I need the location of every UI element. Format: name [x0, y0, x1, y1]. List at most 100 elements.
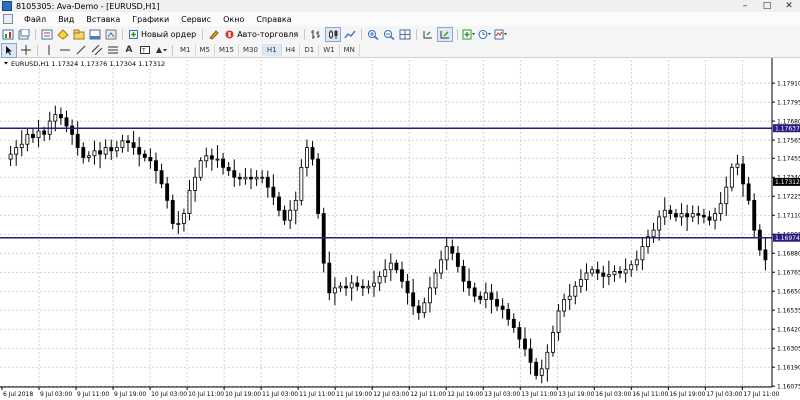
auto-scroll-icon[interactable] [437, 27, 454, 42]
timeframe-mn[interactable]: MN [340, 44, 360, 56]
symbol-dropdown-icon[interactable] [4, 62, 8, 65]
metaeditor-icon[interactable] [207, 28, 221, 41]
market-watch-icon[interactable] [40, 28, 54, 41]
price-tick-label: 1.17225 [777, 194, 800, 201]
candle-bearish [517, 327, 522, 340]
candle-bullish [573, 285, 578, 297]
timeframe-m15[interactable]: M15 [215, 44, 239, 56]
candle-bullish [372, 282, 376, 287]
time-scale: 6 Jul 2018 9 Jul 03:00 9 Jul 11:00 9 Jul 19… [1, 387, 780, 398]
candle-bullish [427, 287, 432, 304]
candle-bullish [299, 166, 304, 201]
candlestick-chart-icon[interactable] [325, 27, 342, 42]
close-icon[interactable]: ✕ [778, 0, 800, 12]
timeframe-h4[interactable]: H4 [282, 44, 301, 56]
candle-bearish [528, 348, 533, 363]
chart-grid [0, 60, 772, 387]
new-order-button[interactable]: Новый ордер [126, 28, 199, 41]
crosshair-icon[interactable] [19, 44, 33, 57]
indicators-icon[interactable] [462, 28, 476, 41]
templates-icon[interactable] [494, 28, 508, 41]
price-tick-label: 1.17910 [777, 80, 800, 87]
menu-tools[interactable]: Сервис [175, 15, 217, 24]
minimize-icon[interactable]: – [734, 0, 756, 12]
candle-bullish [651, 229, 656, 238]
candle-bearish [467, 280, 472, 289]
candle-bearish [534, 361, 539, 376]
candle-bearish [455, 252, 460, 267]
price-tick-label: 1.16420 [777, 326, 800, 333]
fibonacci-icon[interactable] [106, 44, 120, 57]
maximize-icon[interactable]: □ [756, 0, 778, 12]
title-bar: 8105305: Ava-Demo - [EURUSD,H1] – □ ✕ [0, 0, 800, 12]
candle-bullish [567, 295, 572, 300]
navigator-icon[interactable] [72, 28, 86, 41]
candle-bullish [483, 292, 488, 300]
terminal-icon[interactable] [88, 28, 102, 41]
zoom-in-icon[interactable] [366, 28, 380, 41]
candle-bullish [433, 272, 438, 289]
candle-bullish [181, 213, 186, 224]
tester-icon[interactable] [104, 28, 118, 41]
text-icon[interactable]: A [122, 44, 136, 57]
line-chart-icon[interactable] [343, 28, 357, 41]
menu-bar: Файл Вид Вставка Графики Сервис Окно Спр… [0, 12, 800, 27]
menu-charts[interactable]: Графики [126, 15, 175, 24]
candle-bullish [578, 279, 583, 287]
price-chart[interactable]: 1.179101.177951.176801.175651.174551.173… [0, 58, 800, 400]
candle-bearish [685, 213, 690, 218]
candle-bearish [400, 269, 404, 282]
candle-bullish [383, 269, 388, 277]
time-tick-label: 11 Jul 11:00 [299, 391, 335, 398]
candle-bearish [126, 140, 130, 143]
candle-bearish [226, 166, 231, 172]
new-chart-icon[interactable] [1, 28, 15, 41]
candle-bearish [159, 170, 164, 185]
text-label-icon[interactable]: T [138, 44, 152, 57]
trendline-icon[interactable] [74, 44, 88, 57]
toolbar-separator [172, 44, 173, 56]
candle-bearish [500, 305, 505, 310]
candle-bullish [640, 246, 645, 261]
candle-bullish [662, 209, 667, 218]
zoom-out-icon[interactable] [382, 28, 396, 41]
bar-chart-icon[interactable] [309, 28, 323, 41]
candle-bearish [696, 213, 701, 216]
candle-bullish [86, 155, 91, 158]
vertical-line-icon[interactable] [42, 44, 56, 57]
timeframe-m5[interactable]: M5 [196, 44, 215, 56]
candle-bearish [450, 246, 455, 254]
timeframe-m1[interactable]: M1 [176, 44, 196, 56]
timeframe-w1[interactable]: W1 [319, 44, 340, 56]
profiles-icon[interactable] [17, 28, 31, 41]
horizontal-line-icon[interactable] [58, 44, 72, 57]
candle-bullish [679, 213, 684, 218]
timeframe-h1[interactable]: H1 [262, 44, 282, 56]
periods-icon[interactable] [478, 28, 492, 41]
menu-insert[interactable]: Вставка [80, 15, 126, 24]
menu-window[interactable]: Окно [217, 15, 250, 24]
candle-bullish [556, 310, 561, 333]
timeframe-d1[interactable]: D1 [300, 44, 320, 56]
time-tick-label: 16 Jul 19:00 [669, 391, 705, 398]
candle-bullish [634, 259, 639, 266]
menu-help[interactable]: Справка [250, 15, 297, 24]
timeframe-m30[interactable]: M30 [239, 44, 263, 56]
window-title: 8105305: Ava-Demo - [EURUSD,H1] [16, 1, 160, 11]
cursor-icon[interactable] [1, 42, 17, 58]
time-tick-label: 16 Jul 11:00 [632, 391, 668, 398]
tile-windows-icon[interactable] [398, 28, 412, 41]
data-window-icon[interactable] [56, 28, 70, 41]
candle-bearish [355, 282, 360, 287]
autotrading-button[interactable]: Авто-торговля [222, 28, 301, 41]
time-tick-label: 12 Jul 19:00 [447, 391, 483, 398]
chart-shift-icon[interactable] [421, 28, 435, 41]
candle-bearish [746, 183, 751, 201]
candle-bearish [209, 155, 214, 160]
candle-bearish [523, 338, 527, 350]
channel-icon[interactable] [90, 44, 104, 57]
toolbar-separator [457, 29, 459, 40]
menu-file[interactable]: Файл [18, 15, 52, 24]
menu-view[interactable]: Вид [52, 15, 80, 24]
arrows-icon[interactable] [154, 44, 168, 57]
